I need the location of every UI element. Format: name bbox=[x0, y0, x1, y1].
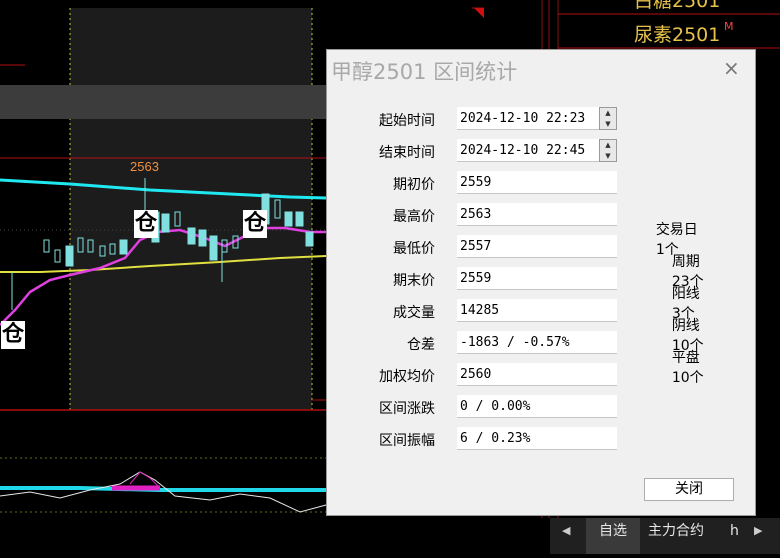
low-price-field: 2557 bbox=[457, 235, 617, 258]
price-band bbox=[0, 85, 326, 119]
range-change-field: 0 / 0.00% bbox=[457, 395, 617, 418]
candle bbox=[284, 211, 293, 227]
quote-name: 尿素2501 bbox=[634, 24, 721, 46]
stat-label: 平盘 bbox=[671, 350, 700, 366]
range-amplitude-label: 区间振幅 bbox=[379, 433, 435, 449]
tab-watchlist[interactable]: 自选 bbox=[586, 518, 640, 554]
range-change-label: 区间涨跌 bbox=[379, 401, 435, 417]
quote-item[interactable]: 尿素2501 M bbox=[634, 20, 734, 47]
high-price-field: 2563 bbox=[457, 203, 617, 226]
end-time-label: 结束时间 bbox=[379, 145, 435, 161]
indicator-line bbox=[0, 486, 326, 492]
stat-value: 10个 bbox=[671, 370, 704, 386]
range-amplitude-field: 6 / 0.23% bbox=[457, 427, 617, 450]
close-price-field: 2559 bbox=[457, 267, 617, 290]
corner-marker bbox=[474, 8, 484, 18]
close-icon[interactable]: × bbox=[723, 56, 740, 80]
candle bbox=[305, 231, 314, 247]
tab-more[interactable]: h bbox=[730, 518, 739, 554]
open-interest-change-label: 仓差 bbox=[407, 337, 435, 353]
position-marker: 仓 bbox=[134, 210, 158, 238]
start-time-field[interactable]: 2024-12-10 22:23 bbox=[457, 107, 617, 130]
bottom-tab-bar: ◀ 自选 主力合约 h ▶ bbox=[550, 518, 780, 554]
weighted-avg-label: 加权均价 bbox=[379, 369, 435, 385]
spin-down-icon[interactable]: ▼ bbox=[600, 151, 616, 161]
tab-main-contracts[interactable]: 主力合约 bbox=[648, 518, 704, 554]
candle bbox=[295, 211, 304, 227]
low-price-label: 最低价 bbox=[393, 241, 435, 257]
spin-up-icon[interactable]: ▲ bbox=[600, 140, 616, 150]
candle bbox=[54, 249, 61, 263]
start-time-spinner[interactable]: ▲ ▼ bbox=[599, 107, 617, 130]
high-price-label: 最高价 bbox=[393, 209, 435, 225]
dialog-title: 甲醇2501 区间统计 bbox=[331, 60, 518, 84]
quote-item[interactable]: 白糖2501 bbox=[634, 0, 720, 13]
open-interest-change-field: -1863 / -0.57% bbox=[457, 331, 617, 354]
spin-up-icon[interactable]: ▲ bbox=[600, 108, 616, 118]
candle bbox=[198, 229, 207, 247]
quote-name: 白糖2501 bbox=[634, 0, 721, 12]
candle bbox=[209, 235, 218, 261]
candle bbox=[65, 245, 74, 267]
high-price-marker: 2563 bbox=[130, 159, 159, 174]
selection-range bbox=[70, 8, 312, 410]
flat-candles-stat: 平盘 10个 bbox=[654, 331, 704, 403]
weighted-avg-field: 2560 bbox=[457, 363, 617, 386]
close-button[interactable]: 关闭 bbox=[644, 478, 734, 501]
tab-scroll-right-icon[interactable]: ▶ bbox=[754, 518, 762, 554]
volume-label: 成交量 bbox=[393, 305, 435, 321]
candle bbox=[119, 239, 128, 255]
end-time-spinner[interactable]: ▲ ▼ bbox=[599, 139, 617, 162]
close-price-label: 期末价 bbox=[393, 273, 435, 289]
main-contract-flag: M bbox=[724, 20, 734, 33]
end-time-field[interactable]: 2024-12-10 22:45 bbox=[457, 139, 617, 162]
candle bbox=[187, 227, 196, 245]
range-statistics-dialog: 甲醇2501 区间统计 × 起始时间 2024-12-10 22:23 ▲ ▼ … bbox=[326, 49, 756, 516]
spin-down-icon[interactable]: ▼ bbox=[600, 119, 616, 129]
tab-scroll-left-icon[interactable]: ◀ bbox=[562, 518, 570, 554]
open-price-field: 2559 bbox=[457, 171, 617, 194]
position-marker: 仓 bbox=[1, 321, 25, 349]
start-time-label: 起始时间 bbox=[379, 113, 435, 129]
position-marker: 仓 bbox=[243, 210, 267, 238]
open-price-label: 期初价 bbox=[393, 177, 435, 193]
volume-field: 14285 bbox=[457, 299, 617, 322]
candle bbox=[161, 213, 170, 233]
candle bbox=[43, 239, 50, 253]
